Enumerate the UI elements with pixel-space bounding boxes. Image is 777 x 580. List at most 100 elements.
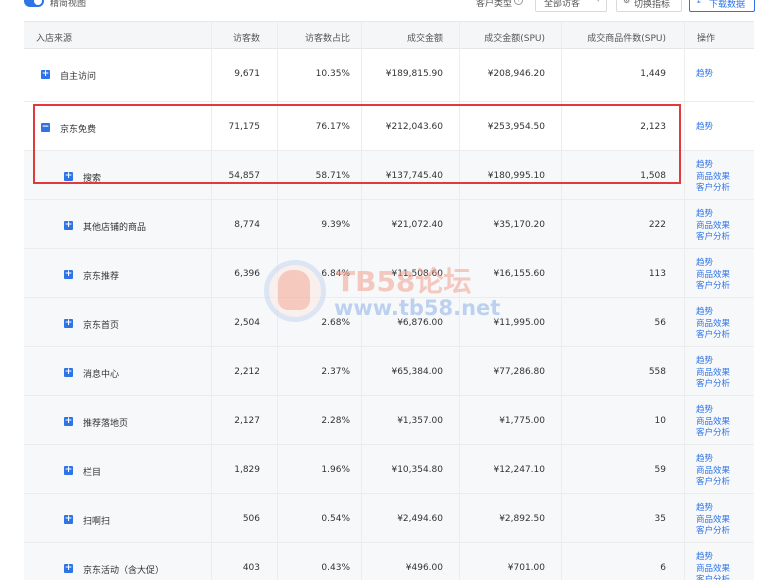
qty-spu-value: 2,123 <box>640 122 666 132</box>
action-customer-analysis-link[interactable]: 客户分析 <box>696 575 730 580</box>
source-name: 京东推荐 <box>83 272 120 282</box>
row-actions: 趋势 商品效果 客户分析 <box>696 160 730 195</box>
action-customer-analysis-link[interactable]: 客户分析 <box>696 477 730 489</box>
download-icon: ⤓ <box>697 0 701 5</box>
action-product-effect-link[interactable]: 商品效果 <box>696 319 730 331</box>
switch-metrics-label: 切换指标 <box>634 0 671 10</box>
settings-icon: ⚙ <box>623 0 631 5</box>
amount-value: ¥2,494.60 <box>397 514 443 524</box>
action-trend-link[interactable]: 趋势 <box>696 160 730 172</box>
amount-value: ¥137,745.40 <box>385 171 443 181</box>
action-product-effect-link[interactable]: 商品效果 <box>696 515 730 527</box>
action-customer-analysis-link[interactable]: 客户分析 <box>696 232 730 244</box>
expand-icon[interactable]: + <box>64 319 73 328</box>
action-trend-link[interactable]: 趋势 <box>696 209 730 221</box>
action-product-effect-link[interactable]: 商品效果 <box>696 368 730 380</box>
table-row: + 消息中心 2,212 2.37% ¥65,384.00 ¥77,286.80 558 趋势… <box>24 347 754 396</box>
source-name: 京东活动（含大促） <box>83 566 165 576</box>
qty-spu-value: 10 <box>654 416 666 426</box>
expand-icon[interactable]: + <box>64 368 73 377</box>
action-trend-link[interactable]: 趋势 <box>696 258 730 270</box>
action-product-effect-link[interactable]: 商品效果 <box>696 564 730 576</box>
expand-icon[interactable]: + <box>64 466 73 475</box>
expand-icon[interactable]: + <box>64 564 73 573</box>
visitors-value: 403 <box>242 563 260 573</box>
expand-icon[interactable]: + <box>64 417 73 426</box>
expand-icon[interactable]: + <box>64 515 73 524</box>
action-trend-link[interactable]: 趋势 <box>696 503 730 515</box>
collapse-icon[interactable]: − <box>41 123 50 132</box>
header-visitor-ratio: 访客数占比 <box>304 34 350 44</box>
visitors-value: 8,774 <box>234 220 260 230</box>
chevron-down-icon: ▾ <box>596 0 600 4</box>
action-customer-analysis-link[interactable]: 客户分析 <box>696 183 730 195</box>
amount-spu-value: ¥77,286.80 <box>493 367 545 377</box>
toolbar: 精简视图 客户类型 ? 全部访客 ▾ ⚙ 切换指标 ⤓ 下载数据 <box>0 0 777 14</box>
visitors-value: 6,396 <box>234 269 260 279</box>
amount-value: ¥496.00 <box>405 563 443 573</box>
amount-spu-value: ¥180,995.10 <box>487 171 545 181</box>
toggle-knob <box>34 0 42 5</box>
action-customer-analysis-link[interactable]: 客户分析 <box>696 428 730 440</box>
action-product-effect-link[interactable]: 商品效果 <box>696 270 730 282</box>
switch-metrics-button[interactable]: ⚙ 切换指标 <box>616 0 682 12</box>
header-qty-spu: 成交商品件数(SPU) <box>587 34 666 44</box>
source-name: 京东免费 <box>60 125 97 135</box>
row-actions: 趋势 商品效果 客户分析 <box>696 356 730 391</box>
table-row: + 推荐落地页 2,127 2.28% ¥1,357.00 ¥1,775.00 10 趋势 商品… <box>24 396 754 445</box>
action-product-effect-link[interactable]: 商品效果 <box>696 417 730 429</box>
amount-value: ¥10,354.80 <box>391 465 443 475</box>
help-icon[interactable]: ? <box>514 0 523 5</box>
expand-icon[interactable]: + <box>64 270 73 279</box>
visitor-ratio-value: 0.54% <box>321 514 350 524</box>
visitor-ratio-value: 10.35% <box>315 69 350 79</box>
amount-spu-value: ¥253,954.50 <box>487 122 545 132</box>
download-button[interactable]: ⤓ 下载数据 <box>689 0 755 12</box>
row-actions: 趋势 商品效果 客户分析 <box>696 454 730 489</box>
action-product-effect-link[interactable]: 商品效果 <box>696 172 730 184</box>
watermark: TB58论坛 www.tb58.net <box>258 252 518 332</box>
action-trend-link[interactable]: 趋势 <box>696 552 730 564</box>
action-product-effect-link[interactable]: 商品效果 <box>696 221 730 233</box>
table-row: + 自主访问 9,671 10.35% ¥189,815.90 ¥208,946.20 1,… <box>24 49 754 102</box>
header-source: 入店来源 <box>36 34 73 44</box>
view-toggle-label: 精简视图 <box>50 0 87 9</box>
qty-spu-value: 113 <box>648 269 666 279</box>
watermark-url: www.tb58.net <box>334 296 501 320</box>
qty-spu-value: 558 <box>648 367 666 377</box>
amount-value: ¥212,043.60 <box>385 122 443 132</box>
visitors-value: 2,504 <box>234 318 260 328</box>
action-trend-link[interactable]: 趋势 <box>696 356 730 368</box>
action-trend-link[interactable]: 趋势 <box>696 307 730 319</box>
action-customer-analysis-link[interactable]: 客户分析 <box>696 330 730 342</box>
action-customer-analysis-link[interactable]: 客户分析 <box>696 379 730 391</box>
visitors-value: 2,127 <box>234 416 260 426</box>
expand-icon[interactable]: + <box>64 172 73 181</box>
amount-value: ¥21,072.40 <box>391 220 443 230</box>
row-actions: 趋势 商品效果 客户分析 <box>696 405 730 440</box>
source-name: 栏目 <box>83 468 102 478</box>
action-trend-link[interactable]: 趋势 <box>696 454 730 466</box>
source-name: 消息中心 <box>83 370 120 380</box>
expand-icon[interactable]: + <box>64 221 73 230</box>
action-trend-link[interactable]: 趋势 <box>696 405 730 417</box>
visitor-ratio-value: 9.39% <box>321 220 350 230</box>
table-row: + 京东活动（含大促） 403 0.43% ¥496.00 ¥701.00 6 趋势 商品效果客… <box>24 543 754 580</box>
amount-value: ¥65,384.00 <box>391 367 443 377</box>
customer-type-label: 客户类型 <box>476 0 513 9</box>
action-customer-analysis-link[interactable]: 客户分析 <box>696 526 730 538</box>
visitor-ratio-value: 2.37% <box>321 367 350 377</box>
visitor-ratio-value: 2.28% <box>321 416 350 426</box>
header-actions: 操作 <box>697 34 716 44</box>
table-row: + 扫啊扫 506 0.54% ¥2,494.60 ¥2,892.50 35 趋势 商品效果 客户… <box>24 494 754 543</box>
action-trend-link[interactable]: 趋势 <box>696 122 713 134</box>
view-toggle[interactable] <box>24 0 44 7</box>
action-product-effect-link[interactable]: 商品效果 <box>696 466 730 478</box>
visitor-ratio-value: 1.96% <box>321 465 350 475</box>
page: 精简视图 客户类型 ? 全部访客 ▾ ⚙ 切换指标 ⤓ 下载数据 入店来源 访客… <box>0 0 777 580</box>
action-customer-analysis-link[interactable]: 客户分析 <box>696 281 730 293</box>
customer-type-select[interactable]: 全部访客 ▾ <box>535 0 607 12</box>
expand-icon[interactable]: + <box>41 70 50 79</box>
header-visitors: 访客数 <box>232 34 260 44</box>
action-trend-link[interactable]: 趋势 <box>696 69 713 81</box>
